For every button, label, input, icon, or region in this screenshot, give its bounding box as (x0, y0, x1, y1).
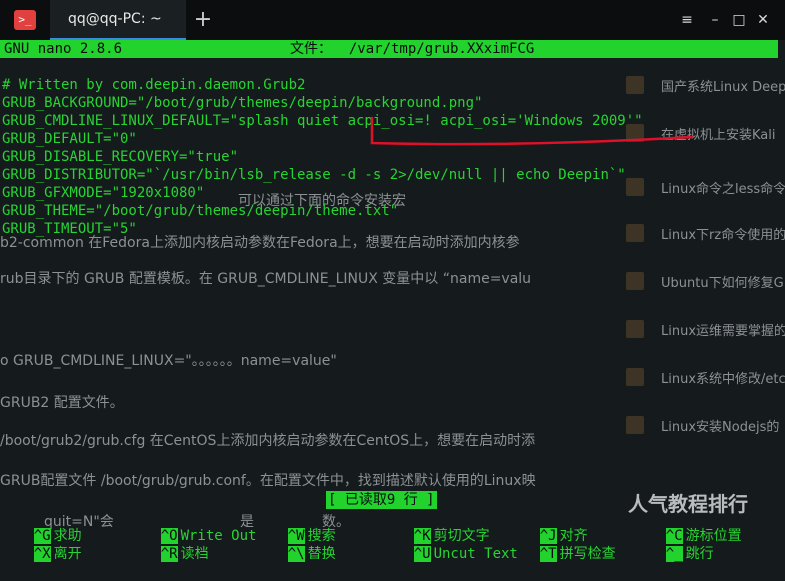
shortcut-read-file[interactable]: ^R 读档 (127, 527, 209, 562)
nano-status-message: [ 已读取9 行 ] (326, 491, 437, 509)
shortcut-key: ^R (160, 546, 178, 562)
shortcut-go-to-line[interactable]: ^_ 跳行 (632, 527, 714, 562)
menu-icon[interactable]: ≡ (676, 8, 698, 32)
shortcut-search[interactable]: ^W 搜索 (254, 509, 336, 544)
shortcut-key: ^X (33, 546, 51, 562)
shortcut-spell-check[interactable]: ^T 拼写检查 (506, 527, 616, 562)
bg-article-line: rub目录下的 GRUB 配置模板。在 GRUB_CMDLINE_LINUX 变… (0, 271, 532, 287)
bg-article-line: GRUB配置文件 /boot/grub/grub.conf。在配置文件中，找到描… (0, 473, 536, 489)
nano-shortcut-bar: ^G 求助 ^O Write Out ^W 搜索 ^K 剪切文字 ^J 对齐 ^C 游标位置… (0, 509, 785, 562)
shortcut-replace[interactable]: ^\ 替换 (254, 527, 336, 562)
bg-thumbnail (626, 272, 644, 290)
shortcut-label: 跳行 (685, 546, 714, 562)
bg-article-line: GRUB2 配置文件。 (0, 395, 124, 411)
shortcut-cursor-position[interactable]: ^C 游标位置 (632, 509, 742, 544)
shortcut-key: ^T (539, 546, 557, 562)
tab-title: qq@qq-PC: ~ (68, 11, 162, 27)
editor-line[interactable]: GRUB_GFXMODE="1920x1080" (2, 184, 643, 202)
new-tab-icon[interactable]: + (190, 6, 216, 34)
shortcut-help[interactable]: ^G 求助 (0, 509, 82, 544)
bg-article-line: /boot/grub2/grub.cfg 在CentOS上添加内核启动参数在Ce… (0, 433, 536, 449)
bg-sidebar-item: Ubuntu下如何修复G (661, 276, 784, 291)
bg-sidebar-item: Linux系统中修改/etc (661, 372, 785, 387)
bg-sidebar-item: Linux命令之less命令 (661, 182, 785, 197)
bg-sidebar-item: Linux安装Nodejs的 (661, 420, 780, 435)
red-annotation-underline (370, 116, 694, 146)
shortcut-cut-text[interactable]: ^K 剪切文字 (380, 509, 490, 544)
shortcut-label: 读档 (180, 546, 209, 562)
bg-thumbnail (626, 416, 644, 434)
maximize-icon[interactable]: □ (728, 8, 750, 32)
shortcut-key: ^\ (287, 546, 305, 562)
terminal-tab[interactable]: qq@qq-PC: ~ (50, 0, 186, 40)
shortcut-key: ^_ (665, 546, 683, 562)
bg-sidebar-item: Linux运维需要掌握的 (661, 324, 785, 339)
shortcut-key: ^U (413, 546, 431, 562)
terminal-icon: >_ (14, 10, 36, 30)
shortcut-uncut-text[interactable]: ^U Uncut Text (380, 527, 518, 562)
editor-line[interactable]: GRUB_DISTRIBUTOR="`/usr/bin/lsb_release … (2, 166, 643, 184)
minimize-icon[interactable]: – (704, 8, 726, 32)
bg-article-line: o GRUB_CMDLINE_LINUX="。。。。。。name=value" (0, 353, 337, 369)
bg-sidebar-item: Linux下rz命令使用的 (661, 228, 785, 243)
editor-line[interactable]: GRUB_THEME="/boot/grub/themes/deepin/the… (2, 202, 643, 220)
bg-thumbnail (626, 368, 644, 386)
shortcut-exit[interactable]: ^X 离开 (0, 527, 82, 562)
shortcut-label: 离开 (53, 546, 82, 562)
close-icon[interactable]: ✕ (752, 8, 774, 32)
editor-line[interactable]: GRUB_TIMEOUT="5" (2, 220, 643, 238)
shortcut-write-out[interactable]: ^O Write Out (127, 509, 256, 544)
shortcut-label: 替换 (307, 546, 336, 562)
shortcut-label: 拼写检查 (559, 546, 616, 562)
bg-thumbnail (626, 320, 644, 338)
shortcut-justify[interactable]: ^J 对齐 (506, 509, 588, 544)
terminal-titlebar: >_ qq@qq-PC: ~ + ≡ – □ ✕ (0, 0, 785, 40)
